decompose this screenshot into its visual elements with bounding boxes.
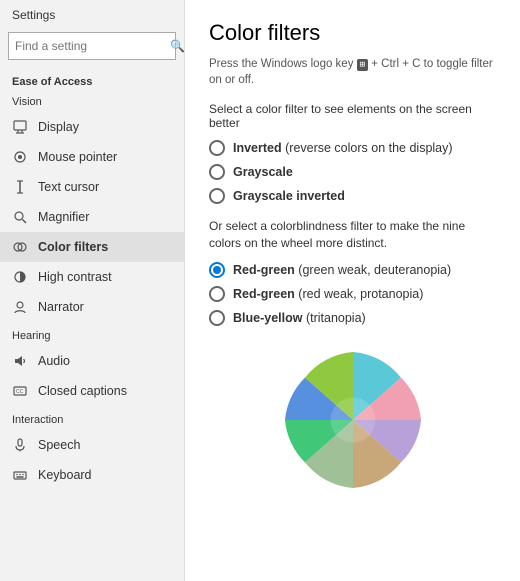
sidebar-item-color-filters[interactable]: Color filters	[0, 232, 184, 262]
sidebar-item-high-contrast[interactable]: High contrast	[0, 262, 184, 292]
speech-icon	[12, 437, 28, 453]
display-icon	[12, 119, 28, 135]
radio-grayscale-circle[interactable]	[209, 164, 225, 180]
radio-inverted[interactable]: Inverted (reverse colors on the display)	[209, 140, 496, 156]
sidebar-item-mouse-label: Mouse pointer	[38, 150, 117, 164]
radio-grayscale-inverted-circle[interactable]	[209, 188, 225, 204]
sidebar-item-audio[interactable]: Audio	[0, 346, 184, 376]
radio-blue-yellow-label: Blue-yellow (tritanopia)	[233, 311, 366, 325]
high-contrast-icon	[12, 269, 28, 285]
radio-grayscale[interactable]: Grayscale	[209, 164, 496, 180]
select-label: Select a color filter to see elements on…	[209, 102, 496, 130]
sidebar: Settings 🔍 Ease of Access Vision Display…	[0, 0, 185, 581]
sidebar-item-keyboard-label: Keyboard	[38, 468, 92, 482]
sidebar-item-narrator-label: Narrator	[38, 300, 84, 314]
sidebar-item-display-label: Display	[38, 120, 79, 134]
main-content: Color filters Press the Windows logo key…	[185, 0, 520, 581]
radio-inverted-circle[interactable]	[209, 140, 225, 156]
keyboard-icon	[12, 467, 28, 483]
radio-red-green-strong[interactable]: Red-green (red weak, protanopia)	[209, 286, 496, 302]
section-hearing-label: Hearing	[0, 322, 184, 346]
radio-grayscale-label: Grayscale	[233, 165, 293, 179]
radio-blue-yellow[interactable]: Blue-yellow (tritanopia)	[209, 310, 496, 326]
sidebar-item-magnifier[interactable]: Magnifier	[0, 202, 184, 232]
shortcut-hint: Press the Windows logo key ⊞ + Ctrl + C …	[209, 56, 496, 88]
sidebar-item-closed-captions-label: Closed captions	[38, 384, 127, 398]
color-wheel-container	[209, 340, 496, 500]
sidebar-item-display[interactable]: Display	[0, 112, 184, 142]
basic-filter-group: Inverted (reverse colors on the display)…	[209, 140, 496, 204]
mouse-pointer-icon	[12, 149, 28, 165]
section-ease-label: Ease of Access	[0, 68, 184, 92]
radio-red-green-strong-label: Red-green (red weak, protanopia)	[233, 287, 423, 301]
color-wheel	[273, 340, 433, 500]
sidebar-item-text-cursor-label: Text cursor	[38, 180, 99, 194]
sidebar-item-speech[interactable]: Speech	[0, 430, 184, 460]
radio-red-green-weak[interactable]: Red-green (green weak, deuteranopia)	[209, 262, 496, 278]
radio-inverted-label: Inverted (reverse colors on the display)	[233, 141, 453, 155]
search-icon: 🔍	[170, 39, 185, 53]
magnifier-icon	[12, 209, 28, 225]
sidebar-item-magnifier-label: Magnifier	[38, 210, 89, 224]
color-filters-icon	[12, 239, 28, 255]
sidebar-item-closed-captions[interactable]: CC Closed captions	[0, 376, 184, 406]
audio-icon	[12, 353, 28, 369]
radio-grayscale-inverted[interactable]: Grayscale inverted	[209, 188, 496, 204]
radio-red-green-strong-circle[interactable]	[209, 286, 225, 302]
closed-captions-icon: CC	[12, 383, 28, 399]
radio-red-green-weak-circle[interactable]	[209, 262, 225, 278]
sidebar-item-color-filters-label: Color filters	[38, 240, 108, 254]
sidebar-item-high-contrast-label: High contrast	[38, 270, 112, 284]
search-input[interactable]	[15, 39, 170, 53]
colorblind-filter-group: Red-green (green weak, deuteranopia) Red…	[209, 262, 496, 326]
section-interaction-label: Interaction	[0, 406, 184, 430]
narrator-icon	[12, 299, 28, 315]
search-box[interactable]: 🔍	[8, 32, 176, 60]
sidebar-item-narrator[interactable]: Narrator	[0, 292, 184, 322]
radio-grayscale-inverted-label: Grayscale inverted	[233, 189, 345, 203]
win-key-icon: ⊞	[357, 59, 368, 71]
sidebar-item-speech-label: Speech	[38, 438, 80, 452]
sidebar-item-audio-label: Audio	[38, 354, 70, 368]
section-vision-label: Vision	[0, 92, 184, 112]
colorblind-label: Or select a colorblindness filter to mak…	[209, 218, 496, 252]
svg-text:CC: CC	[16, 389, 24, 395]
sidebar-item-mouse-pointer[interactable]: Mouse pointer	[0, 142, 184, 172]
radio-blue-yellow-circle[interactable]	[209, 310, 225, 326]
sidebar-title: Settings	[0, 0, 184, 28]
radio-red-green-weak-label: Red-green (green weak, deuteranopia)	[233, 263, 451, 277]
sidebar-item-keyboard[interactable]: Keyboard	[0, 460, 184, 490]
page-title: Color filters	[209, 20, 496, 46]
sidebar-item-text-cursor[interactable]: Text cursor	[0, 172, 184, 202]
text-cursor-icon	[12, 179, 28, 195]
